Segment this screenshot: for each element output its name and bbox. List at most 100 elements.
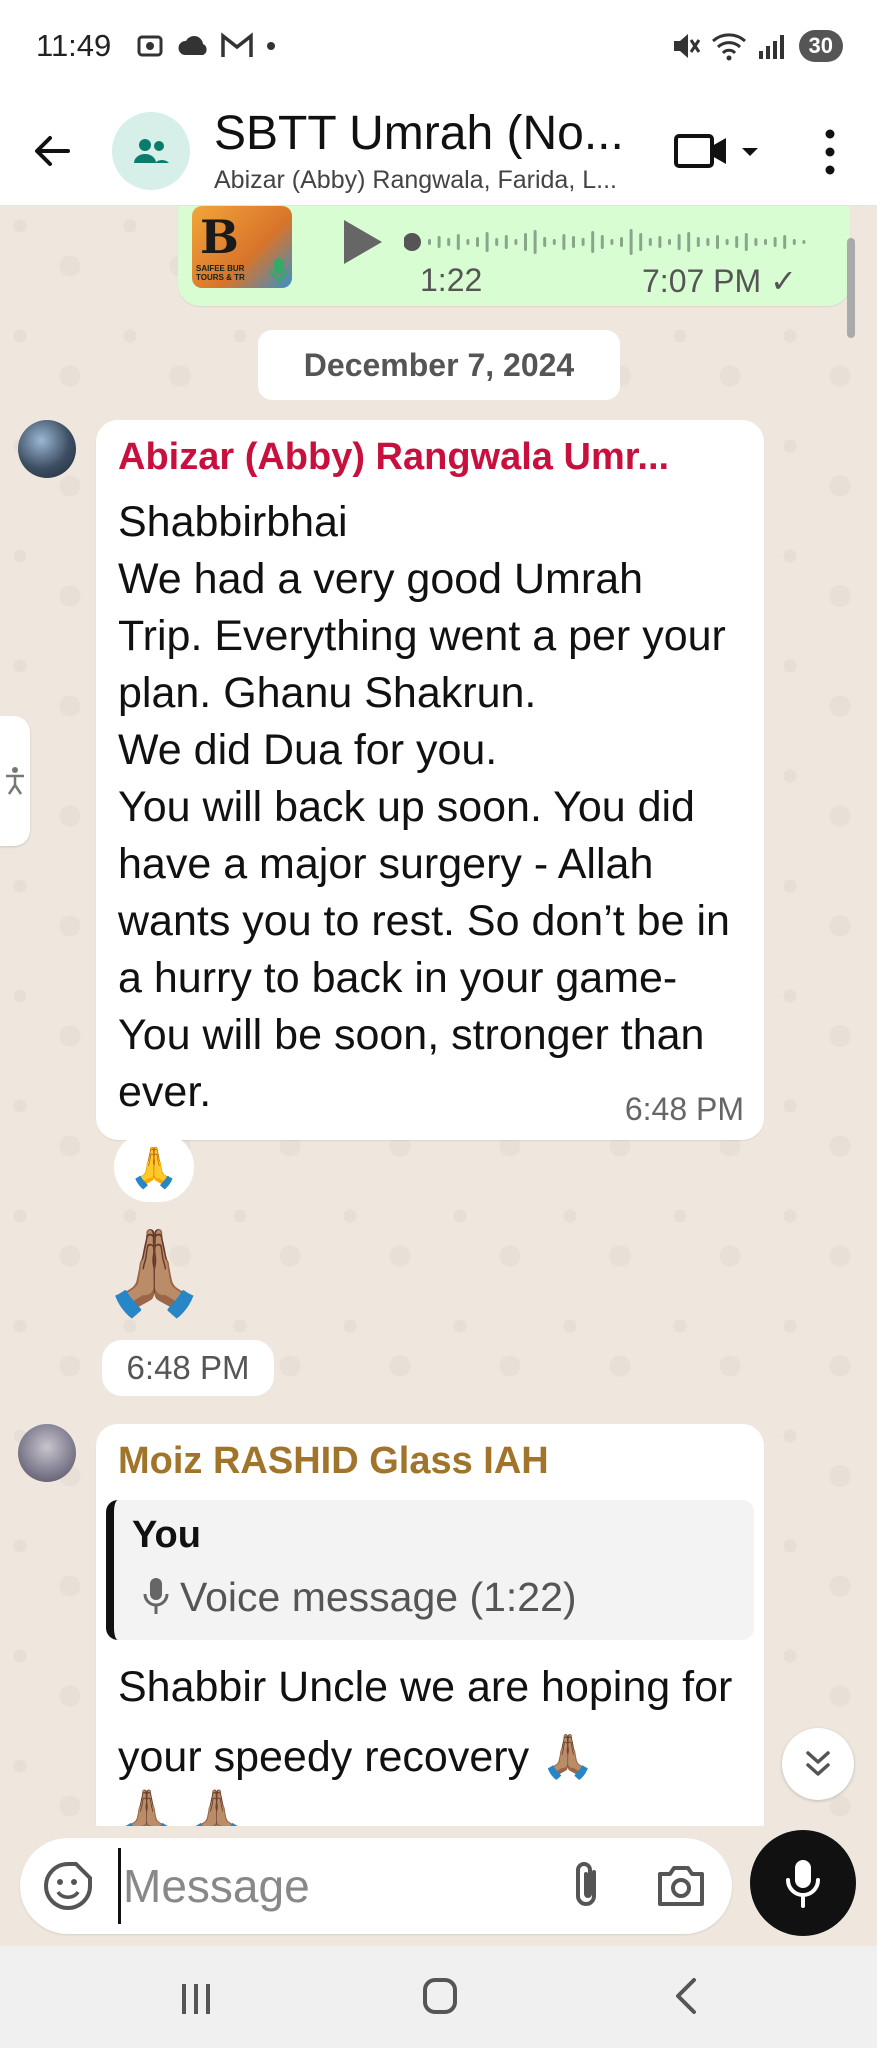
status-left-icons [134, 30, 278, 62]
scrollbar-thumb[interactable] [847, 238, 855, 338]
screenshot-icon [137, 35, 163, 57]
waveform-bar [668, 239, 671, 245]
chat-header: SBTT Umrah (No... Abizar (Abby) Rangwala… [0, 100, 877, 206]
quote-author: You [132, 1514, 201, 1556]
nav-back-icon[interactable] [670, 1976, 700, 2016]
waveform-bar [725, 239, 729, 245]
system-nav-bar [0, 1946, 877, 2048]
gmail-icon [221, 32, 253, 57]
waveform-bar [802, 240, 806, 244]
record-voice-button[interactable] [750, 1830, 856, 1936]
group-avatar[interactable] [112, 112, 190, 190]
wifi-icon [711, 33, 746, 61]
waveform-bar [658, 236, 662, 248]
sender-name[interactable]: Abizar (Abby) Rangwala Umr... [118, 436, 669, 479]
waveform-bar [514, 239, 518, 245]
message-reaction[interactable]: 🙏 [114, 1132, 194, 1202]
message-text: Shabbir Uncle we are hoping for your spe… [118, 1663, 733, 1781]
status-time: 11:49 [36, 28, 112, 63]
waveform-bar [428, 239, 431, 245]
signal-icon [758, 35, 784, 59]
voice-waveform[interactable] [404, 222, 824, 262]
chat-area[interactable]: B SAIFEE BUR TOURS & TR 1:22 7:07 PM ✓ D… [0, 206, 877, 1826]
message-composer [20, 1838, 732, 1934]
waveform-bar [773, 237, 777, 247]
mic-icon [786, 1860, 820, 1908]
waveform-bar [572, 236, 575, 248]
outgoing-voice-message[interactable]: B SAIFEE BUR TOURS & TR 1:22 7:07 PM ✓ [178, 206, 850, 306]
play-icon[interactable] [338, 216, 386, 268]
more-options-icon[interactable] [810, 126, 850, 178]
waveform-bar [696, 237, 700, 247]
waveform-bar [764, 239, 767, 245]
accessibility-icon [6, 767, 24, 795]
video-call-icon[interactable] [672, 126, 762, 176]
sender-name[interactable]: Moiz RASHID Glass IAH [118, 1440, 549, 1483]
waveform-bar [620, 237, 623, 247]
waveform-bar [706, 238, 710, 246]
waveform-bar [476, 237, 479, 247]
waveform-bar [629, 229, 633, 255]
waveform-bar [456, 234, 460, 250]
incoming-message[interactable]: Moiz RASHID Glass IAH You Voice message … [96, 1424, 764, 1826]
chat-title[interactable]: SBTT Umrah (No... [214, 106, 624, 161]
chat-subtitle[interactable]: Abizar (Abby) Rangwala, Farida, L... [214, 166, 617, 195]
waveform-bar [543, 237, 547, 247]
waveform-bar [754, 238, 758, 246]
waveform-bar [735, 236, 739, 248]
waveform-bar [524, 233, 527, 251]
battery-icon: 30 [798, 30, 843, 62]
mic-icon [143, 1578, 169, 1614]
waveform-bar [783, 235, 787, 249]
accessibility-tab[interactable] [0, 716, 30, 846]
message-text: Shabbirbhai We had a very good Umrah Tri… [118, 498, 730, 1116]
scroll-to-bottom-button[interactable] [782, 1728, 854, 1800]
emoji-message[interactable]: 🙏🏽 [102, 1222, 207, 1322]
status-bar: 11:49 30 [0, 0, 877, 100]
cloud-icon [178, 36, 207, 55]
voice-duration: 1:22 [420, 262, 483, 298]
avatar[interactable] [18, 420, 76, 478]
voice-timestamp: 7:07 PM ✓ [642, 263, 797, 299]
waveform-bar [552, 239, 556, 245]
waveform-bar [792, 239, 796, 245]
waveform-bar [466, 239, 470, 245]
waveform-bar [562, 234, 566, 250]
date-separator: December 7, 2024 [258, 330, 620, 400]
thumbnail-caption: SAIFEE BUR TOURS & TR [196, 264, 245, 282]
camera-icon[interactable] [656, 1862, 706, 1908]
waveform-progress-dot[interactable] [404, 233, 421, 251]
mic-badge-icon [269, 258, 289, 284]
avatar[interactable] [18, 1424, 76, 1482]
status-right-icons: 30 [671, 30, 843, 62]
waveform-bar [581, 238, 585, 246]
sticker-emoji-icon[interactable] [42, 1860, 94, 1912]
waveform-bar [600, 235, 604, 249]
double-chevron-down-icon [806, 1751, 830, 1776]
waveform-bar [504, 235, 508, 249]
waveform-bar [447, 238, 451, 246]
waveform-bar [639, 233, 643, 251]
incoming-message[interactable]: Abizar (Abby) Rangwala Umr... Shabbirbha… [96, 420, 764, 1140]
home-icon[interactable] [422, 1976, 458, 2016]
back-arrow-icon[interactable] [28, 126, 78, 176]
waveform-bar [495, 238, 499, 246]
quoted-message[interactable]: You Voice message (1:22) [106, 1500, 754, 1640]
voice-sender-thumbnail: B SAIFEE BUR TOURS & TR [192, 206, 292, 288]
waveform-bar [533, 230, 537, 254]
waveform-bar [744, 233, 748, 251]
waveform-bar [437, 236, 441, 248]
message-timestamp: 6:48 PM [624, 1091, 744, 1127]
message-input[interactable] [118, 1848, 538, 1924]
waveform-bar [716, 235, 719, 249]
waveform-bar [677, 234, 681, 250]
recent-apps-icon[interactable] [178, 1982, 214, 2016]
message-emoji-row: 🙏🏽 🙏🏽 [118, 1787, 246, 1826]
waveform-bar [591, 231, 595, 253]
group-icon [134, 139, 169, 163]
attach-icon[interactable] [560, 1858, 616, 1914]
waveform-bar [687, 232, 691, 252]
mute-icon [673, 34, 700, 58]
emoji-message-timestamp: 6:48 PM [102, 1340, 274, 1396]
quote-text: Voice message (1:22) [180, 1574, 577, 1620]
